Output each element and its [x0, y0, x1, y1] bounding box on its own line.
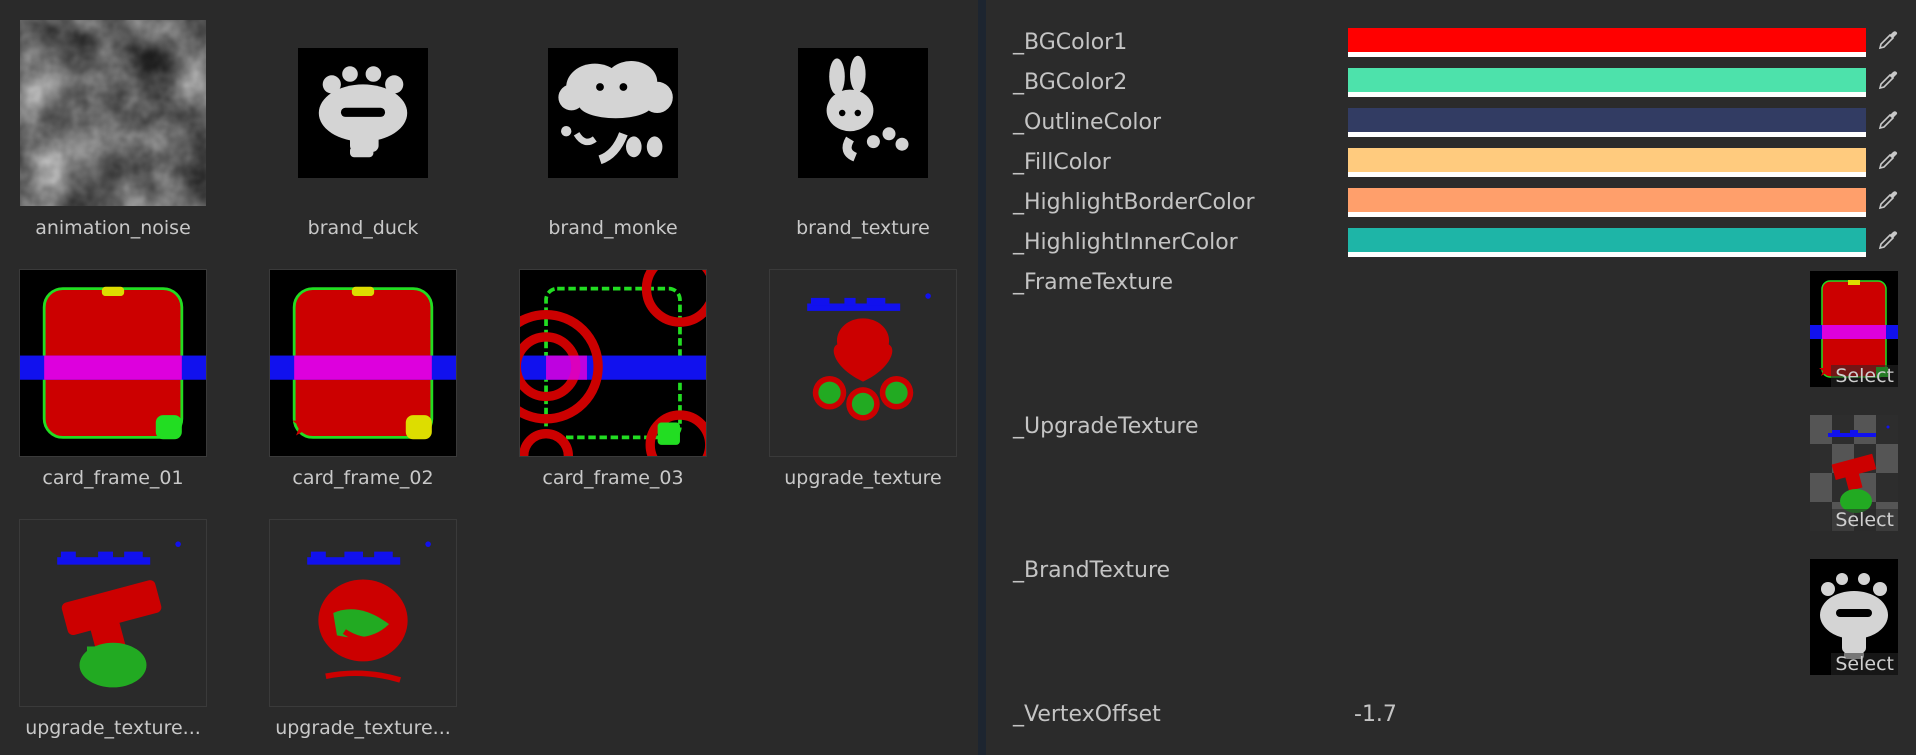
alpha-bar	[1348, 52, 1866, 57]
card-frame-03-thumbnail	[520, 270, 706, 456]
alpha-bar	[1348, 92, 1866, 97]
eyedropper-icon[interactable]	[1876, 28, 1900, 52]
color-field-outlinecolor[interactable]	[1348, 108, 1866, 137]
prop-label-brandtexture: _BrandTexture	[1013, 558, 1171, 583]
eyedropper-icon[interactable]	[1876, 188, 1900, 212]
asset-label: card_frame_02	[292, 467, 434, 489]
prop-label-highlightinnercolor: _HighlightInnerColor	[1013, 230, 1238, 255]
prop-label-frametexture: _FrameTexture	[1013, 270, 1174, 295]
noise-thumbnail	[20, 20, 206, 206]
alpha-bar	[1348, 212, 1866, 217]
asset-label: card_frame_01	[42, 467, 184, 489]
prop-label-outlinecolor: _OutlineColor	[1013, 110, 1162, 135]
alpha-bar	[1348, 132, 1866, 137]
brand-texture-slot[interactable]: Select	[1810, 559, 1898, 675]
color-swatch	[1348, 188, 1866, 212]
vertex-offset-value[interactable]: -1.7	[1354, 702, 1397, 727]
asset-label: upgrade_texture...	[275, 717, 451, 739]
color-field-bgcolor2[interactable]	[1348, 68, 1866, 97]
color-field-fillcolor[interactable]	[1348, 148, 1866, 177]
eyedropper-icon[interactable]	[1876, 228, 1900, 252]
panel-splitter[interactable]	[978, 0, 986, 755]
color-field-highlightinnercolor[interactable]	[1348, 228, 1866, 257]
card-frame-02-thumbnail	[270, 270, 456, 456]
color-swatch	[1348, 148, 1866, 172]
asset-label: upgrade_texture	[784, 467, 942, 489]
monke-thumbnail	[548, 48, 678, 178]
material-inspector: _BGColor1 _BGColor2 _OutlineColor _FillC…	[986, 0, 1916, 755]
alpha-bar	[1348, 172, 1866, 177]
prop-label-highlightbordercolor: _HighlightBorderColor	[1013, 190, 1255, 215]
prop-label-vertexoffset: _VertexOffset	[1013, 702, 1161, 727]
select-button[interactable]: Select	[1831, 653, 1898, 675]
color-swatch	[1348, 228, 1866, 252]
select-button[interactable]: Select	[1831, 509, 1898, 531]
color-swatch	[1348, 108, 1866, 132]
color-field-highlightbordercolor[interactable]	[1348, 188, 1866, 217]
asset-label: brand_texture	[796, 217, 930, 239]
upgrade-texture-2-thumbnail	[20, 520, 206, 706]
bunny-thumbnail	[798, 48, 928, 178]
asset-label: animation_noise	[35, 217, 191, 239]
eyedropper-icon[interactable]	[1876, 108, 1900, 132]
color-swatch	[1348, 28, 1866, 52]
asset-label: brand_monke	[548, 217, 678, 239]
asset-label: brand_duck	[307, 217, 419, 239]
select-button[interactable]: Select	[1831, 365, 1898, 387]
eyedropper-icon[interactable]	[1876, 148, 1900, 172]
eyedropper-icon[interactable]	[1876, 68, 1900, 92]
asset-label: upgrade_texture...	[25, 717, 201, 739]
card-frame-01-thumbnail	[20, 270, 206, 456]
asset-label: card_frame_03	[542, 467, 684, 489]
prop-label-upgradetexture: _UpgradeTexture	[1013, 414, 1199, 439]
upgrade-texture-3-thumbnail	[270, 520, 456, 706]
color-field-bgcolor1[interactable]	[1348, 28, 1866, 57]
prop-label-fillcolor: _FillColor	[1013, 150, 1111, 175]
upgrade-texture-slot[interactable]: Select	[1810, 415, 1898, 531]
asset-grid-panel: animation_noise brand_duck brand_monke b…	[0, 0, 978, 755]
prop-label-bgcolor1: _BGColor1	[1013, 30, 1128, 55]
alpha-bar	[1348, 252, 1866, 257]
color-swatch	[1348, 68, 1866, 92]
prop-label-bgcolor2: _BGColor2	[1013, 70, 1128, 95]
frame-texture-slot[interactable]: Select	[1810, 271, 1898, 387]
upgrade-texture-thumbnail	[770, 270, 956, 456]
duck-thumbnail	[298, 48, 428, 178]
